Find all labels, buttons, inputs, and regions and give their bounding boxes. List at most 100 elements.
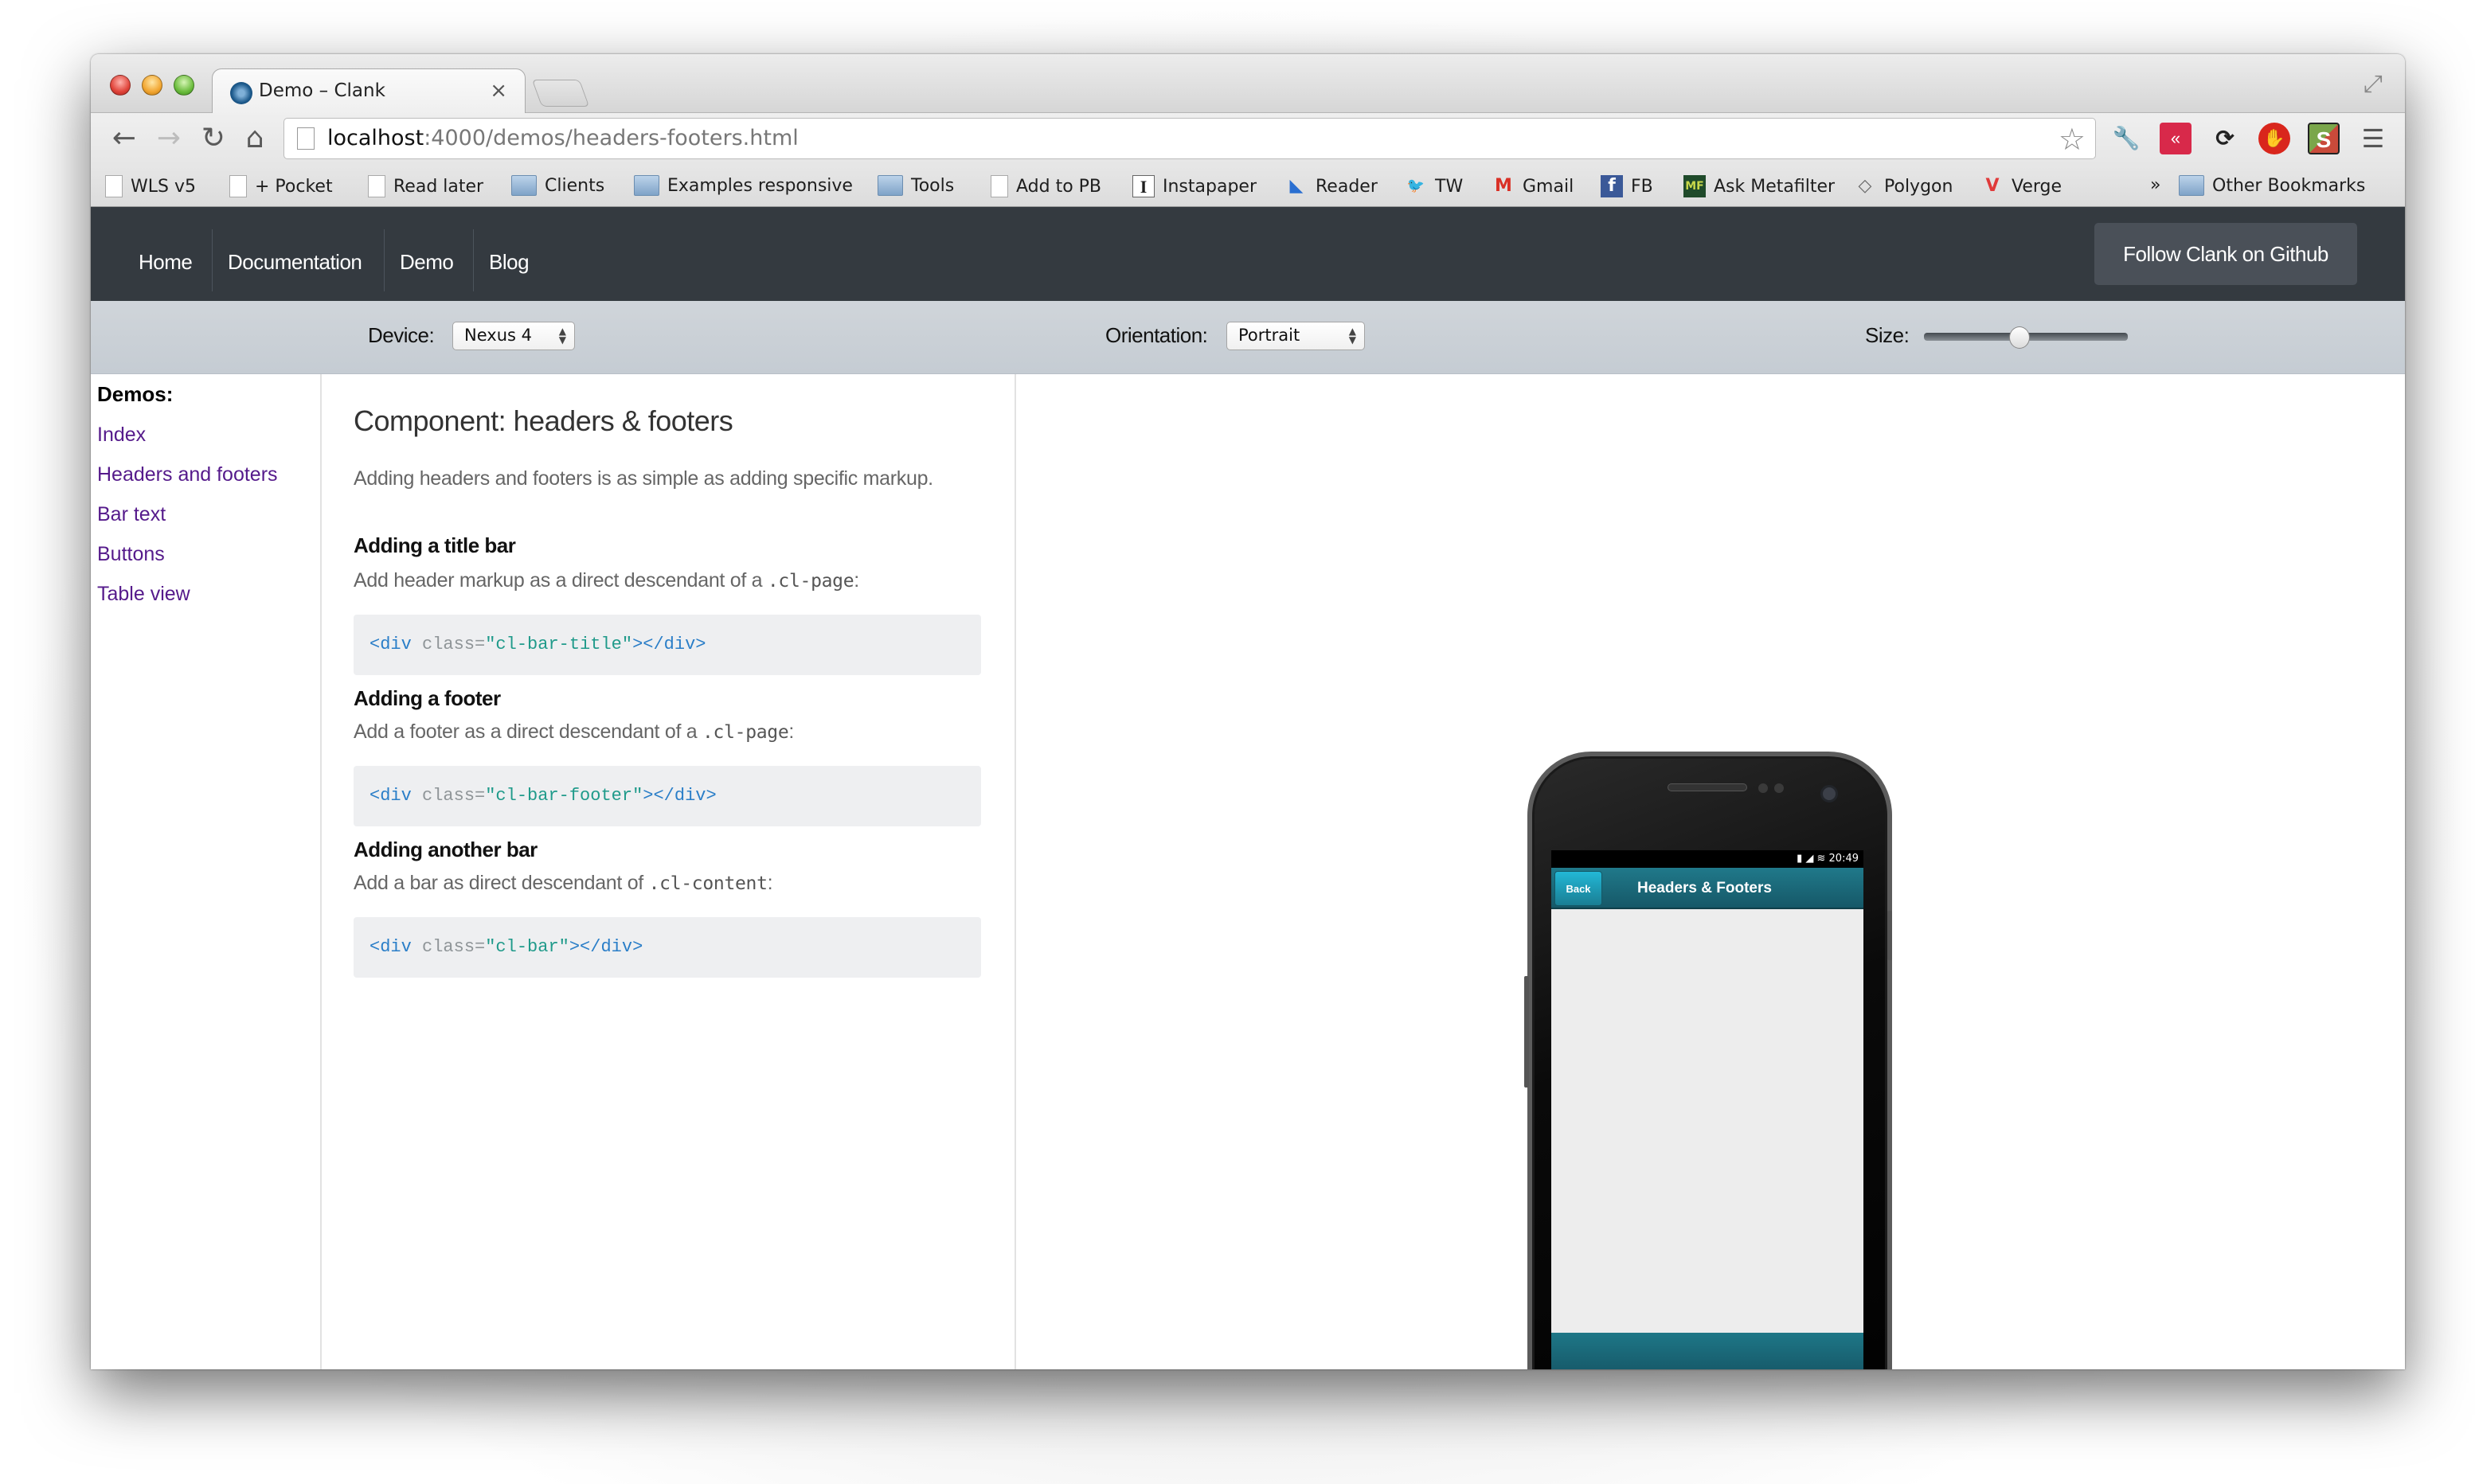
section-heading: Adding a title bar [354, 533, 516, 557]
adblock-icon[interactable]: ✋ [2258, 123, 2290, 154]
url-text[interactable]: localhost:4000/demos/headers-footers.htm… [327, 126, 799, 150]
bookmark-folder-other-bookmarks[interactable]: Other Bookmarks [2179, 175, 2365, 196]
google-reader-icon: ◣ [1289, 176, 1304, 196]
home-icon[interactable]: ⌂ [237, 121, 272, 156]
select-arrows-icon: ▲ ▼ [1348, 326, 1356, 346]
device-controls-bar: Device: Nexus 4 ▲ ▼ Orientation: Portrait… [91, 301, 2405, 374]
volume-button [1524, 976, 1529, 1088]
speaker-grille [1668, 783, 1747, 791]
android-status-bar: ▮ ◢ ≋ 20:49 [1551, 850, 1863, 868]
size-slider-thumb[interactable] [2009, 326, 2031, 349]
orientation-select[interactable]: Portrait ▲ ▼ [1226, 322, 1365, 350]
section-text: Add a bar as direct descendant of .cl-co… [354, 872, 773, 894]
s-extension-icon[interactable]: S [2308, 123, 2340, 154]
nav-documentation[interactable]: Documentation [212, 229, 377, 291]
bookmark-add-to-pb[interactable]: Add to PB [991, 175, 1101, 197]
code-block: <div class="cl-bar-footer"></div> [354, 766, 981, 826]
bookmark-star-icon[interactable]: ☆ [2059, 122, 2086, 158]
clank-favicon-icon [230, 82, 252, 104]
bookmark-gmail[interactable]: M Gmail [1492, 175, 1574, 197]
page-icon [105, 175, 123, 197]
sidebar-link-headers-and-footers[interactable]: Headers and footers [97, 463, 278, 486]
metafilter-icon: MF [1683, 175, 1706, 197]
new-tab-button[interactable] [531, 80, 590, 107]
phone-title: Headers & Footers [1637, 880, 1772, 896]
zoom-window-button[interactable] [174, 75, 194, 96]
chrome-menu-icon[interactable]: ☰ [2357, 123, 2389, 154]
sidebar-link-bar-text[interactable]: Bar text [97, 503, 166, 526]
tab-strip: Demo – Clank × ⤢ [91, 54, 2405, 115]
bookmark-folder-clients[interactable]: Clients [511, 175, 604, 196]
device-select[interactable]: Nexus 4 ▲ ▼ [452, 322, 575, 350]
address-bar[interactable]: localhost:4000/demos/headers-footers.htm… [283, 118, 2096, 159]
browser-window: Demo – Clank × ⤢ ← → ↻ ⌂ localhost:4000/… [91, 54, 2405, 1369]
power-button [1887, 911, 1892, 960]
tab-demo-clank[interactable]: Demo – Clank × [212, 68, 526, 115]
twitter-icon: 🐦 [1406, 178, 1425, 194]
page-icon [991, 175, 1008, 197]
bookmark-folder-examples-responsive[interactable]: Examples responsive [634, 175, 853, 196]
light-sensor [1774, 783, 1784, 793]
page-title: Component: headers & footers [354, 404, 733, 437]
bookmark-pocket[interactable]: + Pocket [229, 175, 333, 197]
section-text: Add a footer as a direct descendant of a… [354, 721, 795, 743]
folder-icon [878, 175, 903, 196]
orientation-label: Orientation: [1105, 323, 1208, 347]
code-block: <div class="cl-bar-title"></div> [354, 615, 981, 675]
docs-content: Component: headers & footers Adding head… [322, 374, 1016, 1369]
size-label: Size: [1865, 323, 1910, 347]
section-heading: Adding a footer [354, 686, 501, 710]
bookmark-folder-tools[interactable]: Tools [878, 175, 954, 196]
phone-screen: ▮ ◢ ≋ 20:49 Back Headers & Footers [1551, 850, 1863, 1369]
bookmark-instapaper[interactable]: I Instapaper [1132, 175, 1257, 197]
cl-bar-title: Back Headers & Footers [1551, 868, 1863, 909]
gmail-icon: M [1495, 176, 1512, 196]
sidebar-link-index[interactable]: Index [97, 424, 146, 447]
bookmarks-overflow-button[interactable]: » [2150, 175, 2160, 195]
phone-back-button[interactable]: Back [1554, 871, 1602, 906]
page-icon [297, 127, 315, 150]
bookmark-reader[interactable]: ◣ Reader [1285, 175, 1378, 197]
tab-close-icon[interactable]: × [490, 79, 507, 103]
device-label: Device: [368, 323, 435, 347]
bookmark-verge[interactable]: V Verge [1981, 175, 2062, 197]
nav-home[interactable]: Home [123, 229, 208, 291]
follow-on-github-button[interactable]: Follow Clank on Github [2094, 223, 2357, 285]
close-window-button[interactable] [110, 75, 131, 96]
nav-demo[interactable]: Demo [384, 229, 469, 291]
fullscreen-icon[interactable]: ⤢ [2359, 70, 2387, 99]
bookmark-read-later[interactable]: Read later [368, 175, 483, 197]
bookmark-tw[interactable]: 🐦 TW [1405, 175, 1463, 197]
sidebar-heading: Demos: [97, 382, 174, 406]
wrench-icon[interactable]: 🔧 [2110, 123, 2142, 154]
bookmark-ask-metafilter[interactable]: MF Ask Metafilter [1683, 175, 1835, 197]
tab-title: Demo – Clank [259, 80, 385, 101]
proximity-sensor [1758, 783, 1768, 793]
bookmark-polygon[interactable]: ◇ Polygon [1854, 175, 1953, 197]
device-preview-area: ▮ ◢ ≋ 20:49 Back Headers & Footers ↩ ⌂ ▭ [1018, 374, 2405, 1369]
nav-blog[interactable]: Blog [473, 229, 545, 291]
minimize-window-button[interactable] [142, 75, 162, 96]
select-arrows-icon: ▲ ▼ [558, 326, 566, 346]
page-icon [368, 175, 385, 197]
back-arrow-icon[interactable]: ← [107, 121, 142, 156]
code-block: <div class="cl-bar"></div> [354, 917, 981, 978]
intro-text: Adding headers and footers is as simple … [354, 467, 933, 490]
bookmark-wls-v5[interactable]: WLS v5 [105, 175, 196, 197]
sync-icon[interactable]: ⟳ [2209, 123, 2241, 154]
facebook-icon: f [1601, 175, 1623, 197]
section-heading: Adding another bar [354, 838, 538, 861]
section-text: Add header markup as a direct descendant… [354, 569, 859, 592]
readability-icon[interactable]: « [2160, 123, 2192, 154]
forward-arrow-icon[interactable]: → [151, 121, 186, 156]
verge-icon: V [1985, 176, 2000, 196]
reload-icon[interactable]: ↻ [196, 121, 231, 156]
demos-sidebar: Demos: Index Headers and footers Bar tex… [91, 374, 322, 1369]
sidebar-link-buttons[interactable]: Buttons [97, 543, 165, 566]
folder-icon [511, 175, 537, 196]
bookmark-fb[interactable]: f FB [1601, 175, 1653, 197]
instapaper-icon: I [1132, 175, 1155, 197]
site-navbar: Home Documentation Demo Blog Follow Clan… [91, 207, 2405, 301]
bookmarks-bar: WLS v5 + Pocket Read later Clients Examp… [91, 166, 2405, 207]
sidebar-link-table-view[interactable]: Table view [97, 583, 190, 606]
